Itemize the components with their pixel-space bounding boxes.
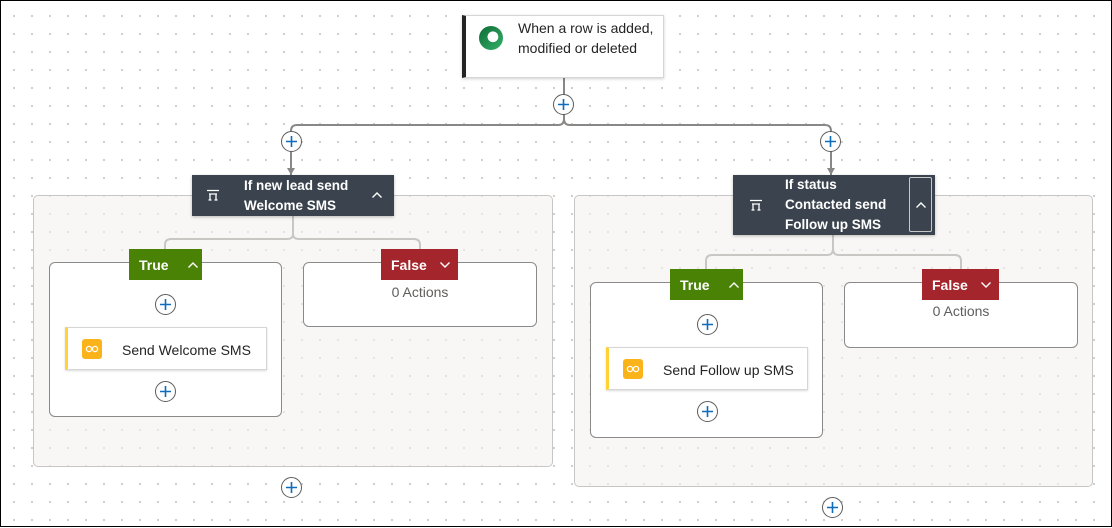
chevron-up-icon (915, 201, 926, 208)
add-step-button[interactable] (697, 314, 718, 335)
branch-label: True (139, 256, 169, 273)
trigger-title: When a row is added, modified or deleted (518, 20, 654, 56)
action-title: Send Welcome SMS (122, 342, 251, 358)
false-branch-header[interactable]: False (381, 249, 458, 280)
plus-icon (160, 386, 171, 397)
arrow-cond1 (287, 168, 295, 175)
true-branch-header[interactable]: True (129, 249, 202, 280)
dataverse-icon (479, 26, 503, 50)
collapse-button[interactable] (368, 187, 386, 203)
chevron-up-icon (187, 261, 199, 269)
chevron-down-icon (439, 261, 451, 269)
condition-title: If new lead send Welcome SMS (244, 178, 349, 213)
sms-connector-icon (623, 359, 643, 379)
add-step-button[interactable] (553, 94, 574, 115)
condition-title: If status Contacted send Follow up SMS (785, 177, 887, 232)
plus-icon (827, 502, 838, 513)
action-title: Send Follow up SMS (663, 362, 794, 378)
plus-icon (702, 319, 713, 330)
arrow-cond2 (827, 168, 835, 175)
add-step-button[interactable] (281, 131, 302, 152)
condition-header-1[interactable]: If new lead send Welcome SMS (192, 175, 394, 216)
plus-icon (825, 136, 836, 147)
add-step-button[interactable] (697, 401, 718, 422)
plus-icon (286, 482, 297, 493)
add-step-button[interactable] (822, 497, 843, 518)
branch-label: False (932, 276, 968, 293)
plus-icon (558, 99, 569, 110)
add-step-button[interactable] (281, 477, 302, 498)
condition-icon (206, 188, 220, 205)
sms-connector-icon (82, 339, 102, 359)
chevron-down-icon (980, 281, 992, 289)
true-branch-header[interactable]: True (670, 269, 743, 300)
flow-designer-canvas: When a row is added, modified or deleted… (0, 0, 1112, 527)
action-card-send-welcome-sms[interactable]: Send Welcome SMS (65, 327, 267, 370)
connector-trigger (290, 78, 565, 175)
add-step-button[interactable] (155, 381, 176, 402)
condition-header-2[interactable]: If status Contacted send Follow up SMS (733, 175, 935, 235)
branch-label: True (680, 276, 710, 293)
collapse-button[interactable] (909, 177, 932, 232)
empty-branch-text: 0 Actions (391, 284, 449, 300)
empty-branch-text: 0 Actions (932, 303, 990, 319)
false-branch-header[interactable]: False (922, 269, 999, 300)
plus-icon (702, 406, 713, 417)
action-card-send-follow-up-sms[interactable]: Send Follow up SMS (606, 347, 808, 390)
add-step-button[interactable] (155, 294, 176, 315)
chevron-up-icon (728, 281, 740, 289)
chevron-up-icon (372, 192, 382, 198)
plus-icon (160, 299, 171, 310)
add-step-button[interactable] (820, 131, 841, 152)
plus-icon (286, 136, 297, 147)
trigger-card[interactable]: When a row is added, modified or deleted (462, 15, 664, 78)
branch-label: False (391, 256, 427, 273)
condition-icon (749, 198, 763, 215)
connector-trigger-right (563, 118, 832, 175)
